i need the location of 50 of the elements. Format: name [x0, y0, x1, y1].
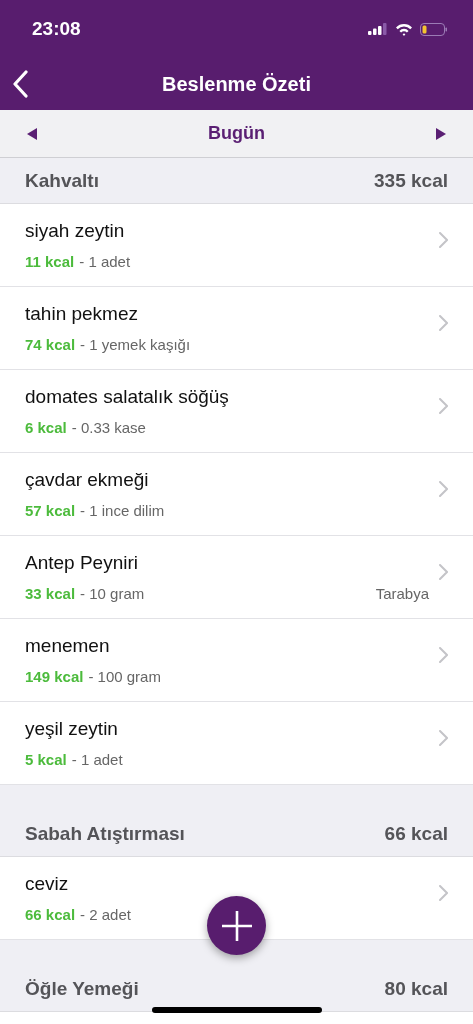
status-time: 23:08	[32, 18, 81, 40]
food-calories: 6 kcal	[25, 419, 67, 436]
screen-title: Beslenme Özeti	[162, 72, 311, 96]
food-amount: - 1 adet	[71, 751, 123, 768]
meal-title: Sabah Atıştırması	[25, 822, 185, 845]
food-amount: - 100 gram	[88, 668, 161, 685]
food-name: yeşil zeytin	[25, 718, 119, 740]
food-amount: - 10 gram	[80, 585, 145, 602]
plus-icon	[220, 909, 253, 942]
chevron-icon	[439, 232, 448, 248]
food-amount: - 1 yemek kaşığı	[80, 336, 191, 353]
chevron-icon	[439, 885, 448, 901]
date-label: Bugün	[208, 123, 265, 144]
food-name: domates salatalık söğüş	[25, 386, 230, 408]
chevron-icon	[439, 564, 448, 580]
meal-total: 80 kcal	[384, 977, 448, 1000]
food-amount: - 2 adet	[80, 906, 131, 923]
meal-title: Kahvaltı	[25, 169, 99, 192]
next-day-icon[interactable]	[436, 127, 446, 140]
food-calories: 11 kcal	[25, 253, 75, 270]
chevron-icon	[439, 647, 448, 663]
food-brand: Tarabya	[375, 585, 429, 602]
signal-icon	[368, 23, 388, 35]
back-icon[interactable]	[12, 70, 28, 98]
food-calories: 57 kcal	[25, 502, 76, 519]
food-calories: 66 kcal	[25, 906, 76, 923]
food-name: çavdar ekmeği	[25, 469, 150, 491]
meal-total: 335 kcal	[374, 169, 448, 192]
chevron-icon	[439, 481, 448, 497]
food-name: siyah zeytin	[25, 220, 126, 242]
meal-total: 66 kcal	[384, 822, 448, 845]
food-calories: 74 kcal	[25, 336, 76, 353]
food-amount: - 0.33 kase	[71, 419, 146, 436]
wifi-icon	[395, 22, 413, 36]
chevron-icon	[439, 315, 448, 331]
food-calories: 33 kcal	[25, 585, 76, 602]
food-name: tahin pekmez	[25, 303, 139, 325]
food-row[interactable]: ceviz 66 kcal - 2 adet	[0, 857, 473, 940]
chevron-icon	[439, 398, 448, 414]
food-calories: 149 kcal	[25, 668, 84, 685]
food-calories: 5 kcal	[25, 751, 67, 768]
meal-title: Öğle Yemeği	[25, 977, 139, 1000]
food-name: ceviz	[25, 873, 70, 895]
food-name: menemen	[25, 635, 111, 657]
food-amount: - 1 ince dilim	[80, 502, 165, 519]
battery-icon	[420, 22, 448, 36]
food-amount: - 1 adet	[79, 253, 131, 270]
chevron-icon	[439, 730, 448, 746]
previous-day-icon[interactable]	[27, 127, 37, 140]
food-name: Antep Peyniri	[25, 552, 139, 574]
